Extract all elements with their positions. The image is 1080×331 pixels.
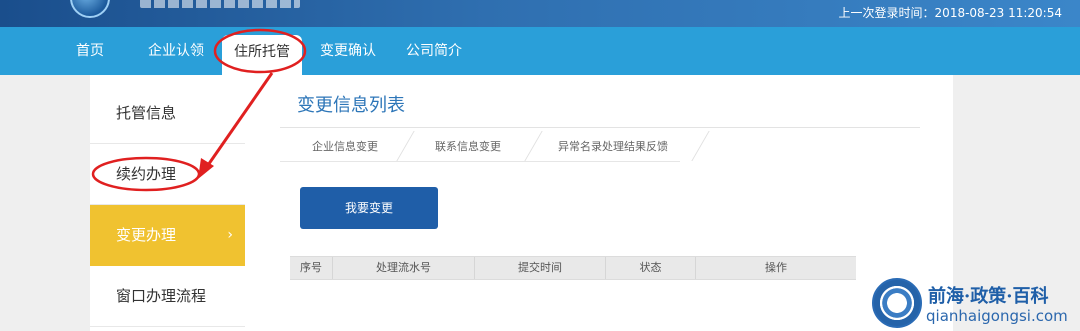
title-divider: [280, 127, 920, 128]
table-col-actions: 操作: [765, 261, 787, 274]
top-header: 上一次登录时间：2018-08-23 11:20:54: [0, 0, 1080, 27]
tabs-baseline: [280, 161, 680, 162]
sidebar-item-renewal[interactable]: 续约办理: [90, 144, 245, 205]
table-col-index: 序号: [290, 257, 333, 279]
nav-item-change-confirm[interactable]: 变更确认: [320, 27, 376, 75]
last-login-time: 上一次登录时间：2018-08-23 11:20:54: [838, 6, 1062, 20]
sidebar-item-label: 续约办理: [116, 165, 177, 183]
page-title: 变更信息列表: [297, 95, 405, 116]
nav-item-home[interactable]: 首页: [76, 27, 104, 75]
table-col-status: 状态: [606, 257, 696, 279]
watermark-title: 前海·政策·百科: [928, 286, 1049, 307]
nav-item-address-hosting[interactable]: 住所托管: [222, 35, 302, 75]
site-logo[interactable]: [70, 0, 110, 18]
tab-divider: [691, 131, 710, 161]
main-content: 变更信息列表 企业信息变更 联系信息变更 异常名录处理结果反馈 我要变更 序号 …: [245, 75, 953, 331]
sidebar-item-label: 变更办理: [116, 226, 177, 244]
table-col-submit-time: 提交时间: [475, 257, 606, 279]
emblem-icon: [872, 278, 922, 328]
sidebar-item-hosting-info[interactable]: 托管信息: [90, 83, 245, 144]
table-col-serial: 处理流水号: [333, 257, 475, 279]
main-nav: 首页 企业认领 住所托管 变更确认 公司简介: [0, 27, 1080, 75]
request-change-button[interactable]: 我要变更: [300, 187, 438, 229]
chevron-right-icon: ›: [227, 227, 233, 243]
nav-item-company-intro[interactable]: 公司简介: [406, 27, 462, 75]
watermark: 前海·政策·百科 qianhaigongsi.com: [868, 276, 1080, 331]
nav-item-claim[interactable]: 企业认领: [148, 27, 204, 75]
tab-abnormal-list-feedback[interactable]: 异常名录处理结果反馈: [558, 138, 668, 154]
tab-divider: [524, 131, 543, 161]
sidebar-item-window-process[interactable]: 窗口办理流程: [90, 266, 245, 327]
table-header: 序号 处理流水号 提交时间 状态 操作: [290, 256, 856, 280]
sidebar: 托管信息 续约办理 变更办理 › 窗口办理流程: [90, 75, 245, 331]
site-logo-text: [140, 0, 300, 8]
sidebar-item-label: 托管信息: [116, 104, 177, 122]
tab-contact-info-change[interactable]: 联系信息变更: [435, 138, 501, 154]
tab-enterprise-info-change[interactable]: 企业信息变更: [312, 138, 378, 154]
sidebar-item-change[interactable]: 变更办理 ›: [90, 205, 245, 266]
sidebar-item-label: 窗口办理流程: [116, 287, 207, 305]
watermark-url: qianhaigongsi.com: [926, 307, 1068, 325]
tab-divider: [396, 131, 415, 161]
